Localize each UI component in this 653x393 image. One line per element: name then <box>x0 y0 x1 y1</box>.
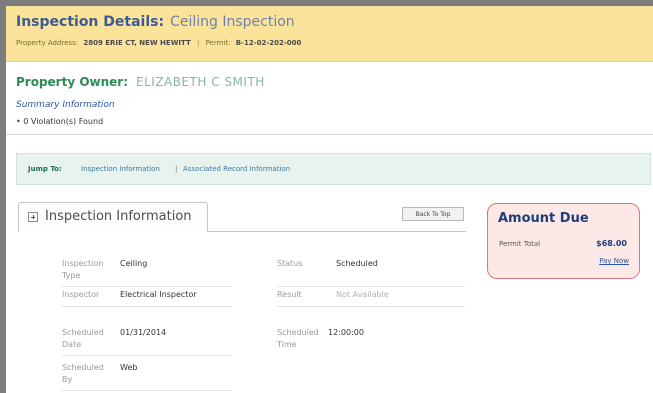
page-title: Inspection Details: Ceiling Inspection <box>16 14 295 30</box>
permit-total-amount: $68.00 <box>596 239 627 248</box>
scheduled-time-label: Scheduled Time <box>277 328 319 349</box>
scheduled-date-value: 01/31/2014 <box>120 328 167 337</box>
status-label: Status <box>277 259 303 268</box>
page-frame: Inspection Details: Ceiling Inspection Pr… <box>0 0 653 393</box>
jump-separator: | <box>175 165 178 173</box>
permit-total-label: Permit Total <box>499 240 541 248</box>
expand-collapse-icon[interactable] <box>28 212 38 222</box>
row-divider <box>277 306 465 307</box>
permit-label: Permit: <box>205 39 231 47</box>
result-label: Result <box>277 290 302 299</box>
violations-summary: • 0 Violation(s) Found <box>16 117 104 126</box>
inspector-value: Electrical Inspector <box>120 290 197 299</box>
result-value: Not Available <box>336 290 389 299</box>
row-divider <box>62 286 232 287</box>
scheduled-date-label: Scheduled Date <box>62 328 104 349</box>
inspection-name: Ceiling Inspection <box>170 14 295 30</box>
jump-associated-record-link[interactable]: Associated Record Information <box>183 165 290 173</box>
address-value: 2809 ERIE CT, NEW HEWITT <box>83 39 191 47</box>
row-divider <box>62 306 232 307</box>
title-label: Inspection Details: <box>16 14 165 30</box>
divider <box>6 134 653 135</box>
inspector-label: Inspector <box>62 290 100 299</box>
inspection-header: Inspection Details: Ceiling Inspection Pr… <box>6 6 653 62</box>
address-row: Property Address: 2809 ERIE CT, NEW HEWI… <box>16 39 301 47</box>
tab-underline <box>208 231 466 232</box>
scheduled-by-label: Scheduled By <box>62 363 104 384</box>
property-owner: Property Owner: ELIZABETH C SMITH <box>16 75 265 89</box>
row-divider <box>277 286 465 287</box>
status-value: Scheduled <box>336 259 378 268</box>
jump-to-label: Jump To: <box>28 165 62 173</box>
row-divider <box>62 390 232 391</box>
jump-to-bar: Jump To: Inspection Information | Associ… <box>16 153 651 185</box>
inspection-type-label: Inspection Type <box>62 259 104 280</box>
back-to-top-button[interactable]: Back To Top <box>402 207 464 221</box>
address-label: Property Address: <box>16 39 79 47</box>
scheduled-time-value: 12:00:00 <box>328 328 364 337</box>
jump-inspection-information-link[interactable]: Inspection Information <box>81 165 160 173</box>
tab-label: Inspection Information <box>45 209 192 224</box>
inspection-information-tab[interactable]: Inspection Information <box>18 202 208 232</box>
inspection-type-value: Ceiling <box>120 259 148 268</box>
row-divider <box>62 355 232 356</box>
summary-information-link[interactable]: Summary Information <box>16 100 115 110</box>
amount-due-title: Amount Due <box>498 211 589 226</box>
scheduled-by-value: Web <box>120 363 138 372</box>
amount-due-box: Amount Due Permit Total $68.00 Pay Now <box>487 203 640 279</box>
pay-now-link[interactable]: Pay Now <box>599 257 629 265</box>
owner-name: ELIZABETH C SMITH <box>136 75 265 89</box>
address-separator: | <box>196 39 200 47</box>
permit-value: B-12-02-202-000 <box>235 39 302 47</box>
owner-label: Property Owner: <box>16 75 129 89</box>
